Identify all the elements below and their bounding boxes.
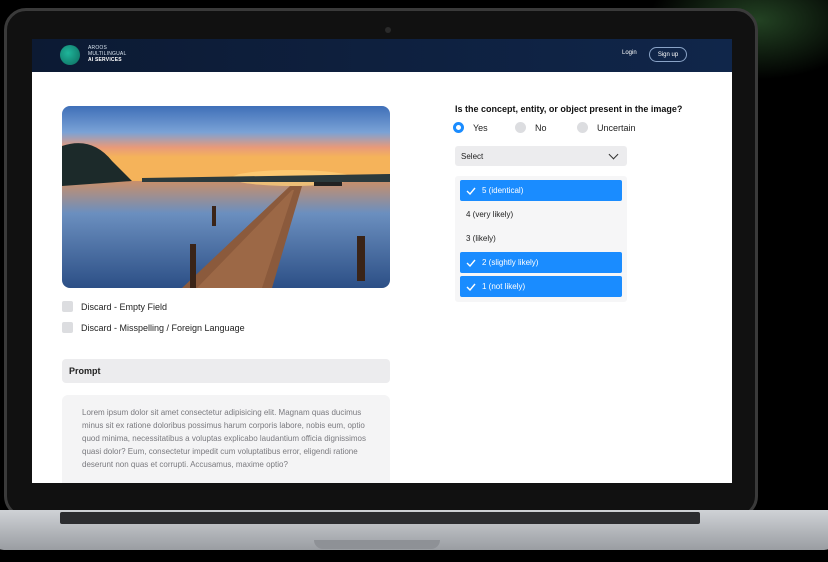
option-4-label: 4 (very likely) (466, 210, 514, 219)
select-options-list: 5 (identical) 4 (very likely) 3 (likely)… (455, 176, 627, 302)
radio-yes-row[interactable]: Yes (453, 122, 515, 133)
option-3-label: 3 (likely) (466, 234, 496, 243)
option-2[interactable]: 2 (slightly likely) (460, 252, 622, 273)
option-2-label: 2 (slightly likely) (482, 258, 539, 267)
check-icon (466, 259, 476, 267)
option-1-label: 1 (not likely) (482, 282, 526, 291)
chevron-down-icon[interactable] (608, 149, 619, 160)
sunset-pier-illustration (62, 106, 390, 288)
check-icon (466, 283, 476, 291)
brand-line-3: AI SERVICES (88, 57, 122, 63)
likelihood-select[interactable]: Select (455, 146, 627, 166)
prompt-header: Prompt (62, 359, 390, 383)
option-3[interactable]: 3 (likely) (460, 228, 622, 249)
discard-empty-label: Discard - Empty Field (81, 301, 168, 312)
discard-misspelling-checkbox[interactable] (62, 322, 73, 333)
option-4[interactable]: 4 (very likely) (460, 204, 622, 225)
option-5-label: 5 (identical) (482, 186, 524, 195)
task-image (62, 106, 390, 288)
question-text: Is the concept, entity, or object presen… (455, 104, 683, 114)
radio-no-label: No (535, 122, 547, 133)
prompt-text: Lorem ipsum dolor sit amet consectetur a… (62, 395, 390, 483)
brand-name: AROOS MULTILINGUAL AI SERVICES (88, 45, 126, 63)
laptop-notch (314, 540, 440, 549)
select-label: Select (461, 151, 484, 161)
discard-empty-checkbox[interactable] (62, 301, 73, 312)
login-link[interactable]: Login (622, 50, 637, 56)
discard-empty-row[interactable]: Discard - Empty Field (62, 301, 167, 312)
radio-yes-label: Yes (473, 122, 488, 133)
answer-radio-group: Yes No Uncertain (453, 122, 636, 133)
app-header: AROOS MULTILINGUAL AI SERVICES Login Sig… (32, 39, 732, 72)
camera-icon (385, 27, 391, 33)
radio-uncertain-label: Uncertain (597, 122, 636, 133)
radio-no[interactable] (515, 122, 526, 133)
option-1[interactable]: 1 (not likely) (460, 276, 622, 297)
option-5[interactable]: 5 (identical) (460, 180, 622, 201)
radio-no-row[interactable]: No (515, 122, 577, 133)
laptop-screen: AROOS MULTILINGUAL AI SERVICES Login Sig… (32, 39, 732, 483)
discard-misspelling-row[interactable]: Discard - Misspelling / Foreign Language (62, 322, 245, 333)
radio-yes[interactable] (453, 122, 464, 133)
check-icon (466, 187, 476, 195)
laptop-keyboard (60, 512, 700, 524)
signup-button[interactable]: Sign up (649, 47, 687, 62)
discard-misspelling-label: Discard - Misspelling / Foreign Language (81, 322, 245, 333)
radio-uncertain[interactable] (577, 122, 588, 133)
radio-uncertain-row[interactable]: Uncertain (577, 122, 636, 133)
brand-logo-icon[interactable] (60, 45, 80, 65)
